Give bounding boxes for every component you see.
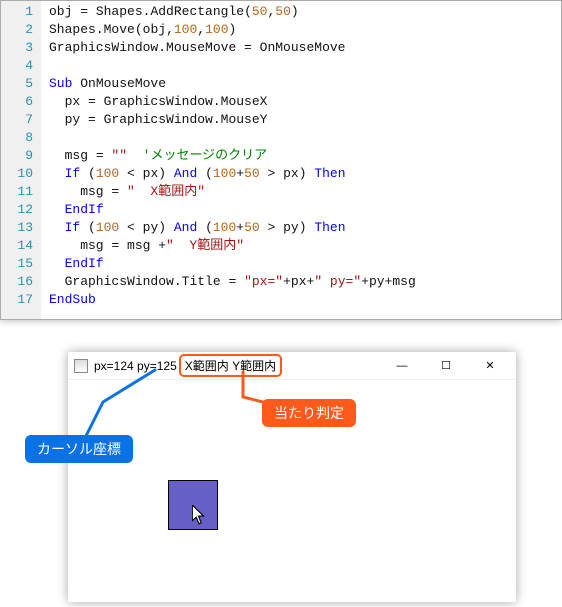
code-line: EndIf [49,201,553,219]
line-number: 7 [5,111,33,129]
code-line: EndSub [49,291,553,309]
close-button[interactable]: ✕ [470,355,510,377]
window-controls: — ☐ ✕ [382,355,510,377]
callout-hit-detect: 当たり判定 [262,399,356,427]
code-line: If (100 < px) And (100+50 > px) Then [49,165,553,183]
code-line: msg = msg +" Y範囲内" [49,237,553,255]
code-line [49,57,553,75]
line-number: 10 [5,165,33,183]
line-number: 12 [5,201,33,219]
code-line: py = GraphicsWindow.MouseY [49,111,553,129]
code-area[interactable]: obj = Shapes.AddRectangle(50,50)Shapes.M… [41,1,561,319]
line-number: 3 [5,39,33,57]
code-line [49,129,553,147]
line-number: 11 [5,183,33,201]
code-editor: 1234567891011121314151617 obj = Shapes.A… [0,0,562,320]
code-line: Shapes.Move(obj,100,100) [49,21,553,39]
window-title-hit: X範囲内 Y範囲内 [179,354,282,377]
code-line: px = GraphicsWindow.MouseX [49,93,553,111]
line-number: 1 [5,3,33,21]
line-number: 13 [5,219,33,237]
callout-cursor-coord: カーソル座標 [25,435,133,463]
line-number: 5 [5,75,33,93]
code-line: EndIf [49,255,553,273]
line-number: 2 [5,21,33,39]
code-line: obj = Shapes.AddRectangle(50,50) [49,3,553,21]
line-number: 8 [5,129,33,147]
code-line: msg = " X範囲内" [49,183,553,201]
graphics-window: px=124 py=125 X範囲内 Y範囲内 — ☐ ✕ [68,352,516,602]
cursor-arrow-icon [192,505,206,525]
app-icon [74,359,88,373]
line-number: 14 [5,237,33,255]
code-line: GraphicsWindow.MouseMove = OnMouseMove [49,39,553,57]
code-line: msg = "" 'メッセージのクリア [49,147,553,165]
maximize-button[interactable]: ☐ [426,355,466,377]
line-number: 6 [5,93,33,111]
line-number: 17 [5,291,33,309]
line-number: 16 [5,273,33,291]
code-line: Sub OnMouseMove [49,75,553,93]
code-line: GraphicsWindow.Title = "px="+px+" py="+p… [49,273,553,291]
minimize-button[interactable]: — [382,355,422,377]
window-title-coords: px=124 py=125 [94,359,177,373]
line-number: 15 [5,255,33,273]
line-number-gutter: 1234567891011121314151617 [1,1,41,319]
code-line: If (100 < py) And (100+50 > py) Then [49,219,553,237]
line-number: 9 [5,147,33,165]
titlebar[interactable]: px=124 py=125 X範囲内 Y範囲内 — ☐ ✕ [68,352,516,380]
line-number: 4 [5,57,33,75]
